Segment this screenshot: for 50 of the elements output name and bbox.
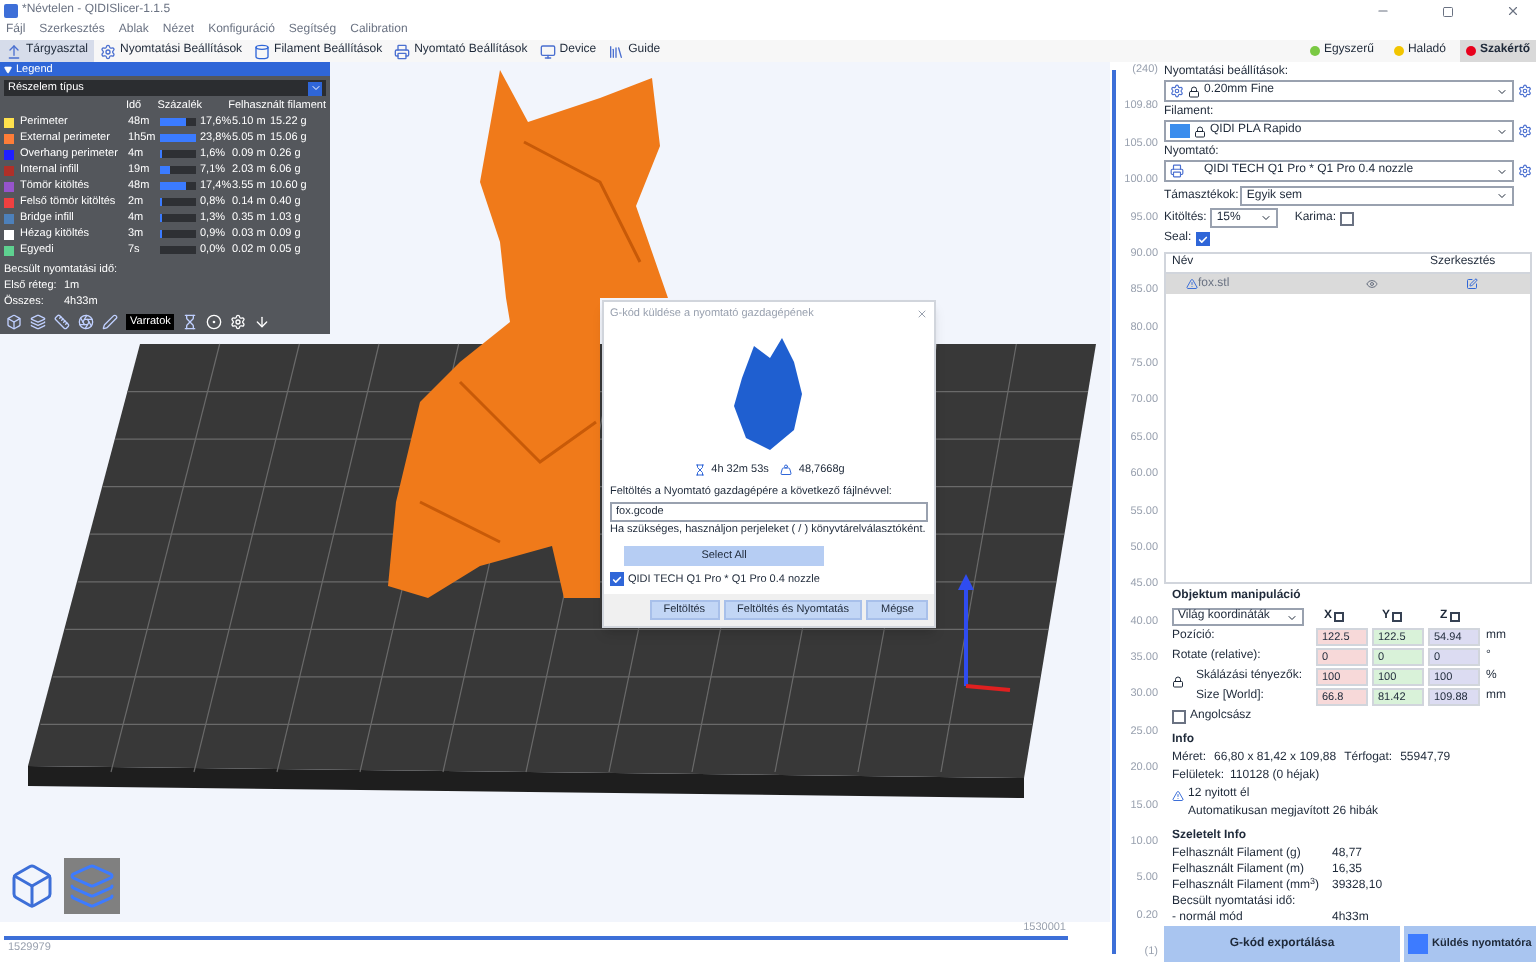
seal-checkbox[interactable] (1195, 232, 1210, 246)
brim-checkbox[interactable] (1340, 211, 1355, 225)
chevron-icon (1496, 125, 1508, 137)
axis-box-icon (1449, 612, 1460, 622)
lock-icon[interactable] (1172, 675, 1184, 687)
axis-box-icon (1334, 612, 1345, 622)
chevron-icon (1286, 611, 1298, 623)
books-icon (608, 43, 625, 59)
printer-icon (394, 43, 411, 59)
target-icon[interactable] (206, 314, 223, 330)
warning-icon (1172, 789, 1184, 801)
layers-icon (68, 862, 116, 910)
settings-icon[interactable] (1518, 84, 1532, 98)
settings-icon[interactable] (1518, 124, 1532, 138)
hourglass-icon (693, 464, 706, 477)
app-icon (4, 4, 18, 18)
gear-icon (100, 43, 117, 59)
pen-icon[interactable] (102, 314, 118, 330)
cube-icon (8, 862, 56, 910)
lock-icon (1194, 125, 1206, 137)
eye-icon[interactable] (1366, 278, 1378, 290)
gear-icon (1170, 84, 1184, 98)
edit-icon[interactable] (1466, 278, 1478, 290)
settings-icon[interactable] (1518, 164, 1532, 178)
weight-icon (780, 464, 793, 477)
close-icon[interactable] (1506, 4, 1520, 18)
close-icon[interactable] (916, 308, 928, 320)
axis-drawing (958, 574, 1011, 692)
chevron-icon (1496, 165, 1508, 177)
monitor-icon (539, 43, 556, 59)
chevron-icon (1260, 212, 1273, 224)
spool-icon (254, 43, 271, 59)
chevron-icon (1496, 85, 1508, 97)
layers-icon[interactable] (30, 314, 46, 330)
chevron-icon (1496, 190, 1508, 202)
printer-icon (1170, 164, 1184, 178)
axis-box-icon (1392, 612, 1403, 622)
gear-icon[interactable] (230, 314, 247, 330)
inches-checkbox[interactable] (1172, 710, 1186, 724)
dropdown-arrow-icon (308, 81, 322, 95)
aperture-icon[interactable] (78, 314, 94, 330)
arrow-down-icon[interactable] (254, 314, 271, 330)
cube-icon[interactable] (6, 314, 22, 330)
hourglass-icon[interactable] (182, 314, 199, 330)
collapse-icon (4, 65, 12, 73)
printer-checkbox[interactable] (610, 572, 624, 587)
ruler-icon[interactable] (54, 314, 70, 330)
upload-icon (6, 43, 22, 59)
maximize-icon[interactable] (1442, 5, 1454, 17)
lock-icon (1188, 85, 1200, 97)
